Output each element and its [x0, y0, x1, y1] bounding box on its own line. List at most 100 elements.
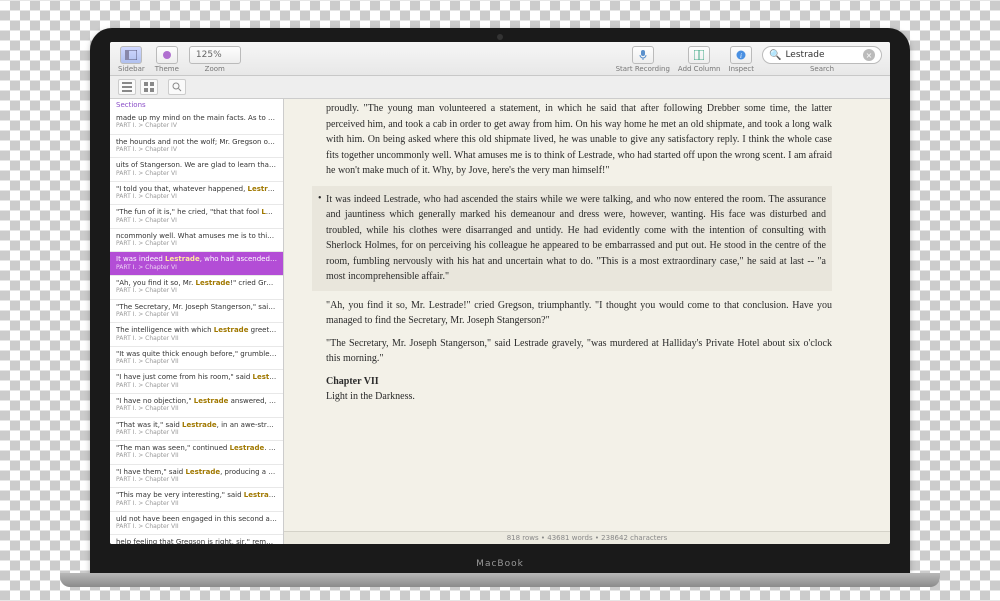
clear-search-button[interactable]: × — [863, 49, 875, 61]
zoom-label: Zoom — [205, 65, 225, 73]
chapter-subtitle: Light in the Darkness. — [326, 389, 832, 405]
inspect-label: Inspect — [729, 65, 755, 73]
add-column-label: Add Column — [678, 65, 721, 73]
list-item[interactable]: The intelligence with which Lestrade gre… — [110, 323, 283, 347]
search-value: Lestrade — [785, 50, 859, 60]
list-item-meta: PART I. > Chapter VII — [116, 500, 277, 507]
view-mode-2-button[interactable] — [140, 79, 158, 95]
list-item-title: uits of Stangerson. We are glad to learn… — [116, 161, 277, 169]
secondary-toolbar — [110, 76, 890, 99]
list-item-meta: PART I. > Chapter VI — [116, 193, 277, 200]
list-item[interactable]: It was indeed Lestrade, who had ascended… — [110, 252, 283, 276]
list-item-meta: PART I. > Chapter VII — [116, 311, 277, 318]
paragraph: "Ah, you find it so, Mr. Lestrade!" crie… — [326, 298, 832, 329]
sidebar-toggle-button[interactable] — [120, 46, 142, 64]
list-item-meta: PART I. > Chapter VI — [116, 287, 277, 294]
list-item-title: help feeling that Gregson is right, sir,… — [116, 538, 277, 544]
sidebar-icon — [125, 50, 137, 60]
list-item-meta: PART I. > Chapter IV — [116, 146, 277, 153]
main-toolbar: Sidebar Theme 125% Zoom — [110, 42, 890, 76]
app-window: Sidebar Theme 125% Zoom — [110, 42, 890, 544]
macbook-label: MacBook — [476, 559, 524, 569]
list-item-title: uld not have been engaged in this second… — [116, 515, 277, 523]
list-item[interactable]: uits of Stangerson. We are glad to learn… — [110, 158, 283, 182]
list-item[interactable]: "I told you that, whatever happened, Les… — [110, 182, 283, 206]
inspect-button[interactable]: i — [730, 46, 752, 64]
theme-label: Theme — [155, 65, 179, 73]
list-item-title: the hounds and not the wolf; Mr. Gregson… — [116, 138, 277, 146]
list-item[interactable]: "That was it," said Lestrade, in an awe-… — [110, 418, 283, 442]
list-item[interactable]: "This may be very interesting," said Les… — [110, 488, 283, 512]
list-item-meta: PART I. > Chapter VII — [116, 358, 277, 365]
list-item-meta: PART I. > Chapter VII — [116, 382, 277, 389]
find-button[interactable] — [168, 79, 186, 95]
document-body[interactable]: proudly. "The young man volunteered a st… — [284, 99, 890, 531]
list-item-meta: PART I. > Chapter VII — [116, 476, 277, 483]
info-icon: i — [736, 50, 746, 60]
list-item-title: "The Secretary, Mr. Joseph Stangerson," … — [116, 303, 277, 311]
search-label: Search — [810, 65, 834, 73]
svg-text:i: i — [740, 52, 742, 60]
list-item-title: "I have them," said Lestrade, producing … — [116, 468, 277, 476]
list-item[interactable]: the hounds and not the wolf; Mr. Gregson… — [110, 135, 283, 159]
list-item[interactable]: "It was quite thick enough before," grum… — [110, 347, 283, 371]
list-item[interactable]: "The fun of it is," he cried, "that that… — [110, 205, 283, 229]
list-item-title: "It was quite thick enough before," grum… — [116, 350, 277, 358]
sidebar-list: made up my mind on the main facts. As to… — [110, 111, 283, 544]
list-item[interactable]: help feeling that Gregson is right, sir,… — [110, 535, 283, 544]
list-item[interactable]: "The man was seen," continued Lestrade. … — [110, 441, 283, 465]
list-item[interactable]: "The Secretary, Mr. Joseph Stangerson," … — [110, 300, 283, 324]
list-item[interactable]: uld not have been engaged in this second… — [110, 512, 283, 536]
chapter-heading: Chapter VII — [326, 374, 832, 390]
list-item-meta: PART I. > Chapter VI — [116, 217, 277, 224]
list-item-meta: PART I. > Chapter VII — [116, 335, 277, 342]
list-item[interactable]: "I have just come from his room," said L… — [110, 370, 283, 394]
list-icon — [122, 82, 132, 92]
list-item-meta: PART I. > Chapter VII — [116, 523, 277, 530]
list-item-title: "The man was seen," continued Lestrade. … — [116, 444, 277, 452]
microphone-icon — [639, 50, 647, 60]
list-item[interactable]: "I have no objection," Lestrade answered… — [110, 394, 283, 418]
list-item-title: "I have just come from his room," said L… — [116, 373, 277, 381]
laptop-base — [60, 573, 940, 587]
view-mode-1-button[interactable] — [118, 79, 136, 95]
paragraph: proudly. "The young man volunteered a st… — [326, 101, 832, 179]
start-recording-button[interactable] — [632, 46, 654, 64]
theme-icon — [162, 50, 172, 60]
grid-icon — [144, 82, 154, 92]
zoom-select[interactable]: 125% — [189, 46, 241, 64]
list-item-title: It was indeed Lestrade, who had ascended… — [116, 255, 277, 263]
list-item-meta: PART I. > Chapter VI — [116, 240, 277, 247]
search-input[interactable]: 🔍 Lestrade × — [762, 46, 882, 64]
sections-header: Sections — [110, 99, 283, 111]
paragraph-highlighted: It was indeed Lestrade, who had ascended… — [312, 186, 832, 291]
list-item-meta: PART I. > Chapter VI — [116, 170, 277, 177]
sections-sidebar: Sections made up my mind on the main fac… — [110, 99, 284, 544]
list-item-meta: PART I. > Chapter VII — [116, 452, 277, 459]
list-item-title: "That was it," said Lestrade, in an awe-… — [116, 421, 277, 429]
list-item-meta: PART I. > Chapter VI — [116, 264, 277, 271]
list-item-title: "The fun of it is," he cried, "that that… — [116, 208, 277, 216]
list-item-title: "I have no objection," Lestrade answered… — [116, 397, 277, 405]
list-item-meta: PART I. > Chapter VII — [116, 405, 277, 412]
list-item-meta: PART I. > Chapter IV — [116, 122, 277, 129]
list-item[interactable]: "I have them," said Lestrade, producing … — [110, 465, 283, 489]
magnifier-icon — [172, 82, 182, 92]
editor-pane: proudly. "The young man volunteered a st… — [284, 99, 890, 544]
add-column-button[interactable] — [688, 46, 710, 64]
paragraph: "The Secretary, Mr. Joseph Stangerson," … — [326, 336, 832, 367]
add-column-icon — [694, 50, 704, 60]
camera-dot — [497, 34, 503, 40]
sidebar-label: Sidebar — [118, 65, 145, 73]
theme-button[interactable] — [156, 46, 178, 64]
search-icon: 🔍 — [769, 50, 781, 61]
list-item-meta: PART I. > Chapter VII — [116, 429, 277, 436]
list-item-title: ncommonly well. What amuses me is to thi… — [116, 232, 277, 240]
list-item[interactable]: ncommonly well. What amuses me is to thi… — [110, 229, 283, 253]
list-item-title: made up my mind on the main facts. As to… — [116, 114, 277, 122]
list-item-title: "This may be very interesting," said Les… — [116, 491, 277, 499]
list-item-title: The intelligence with which Lestrade gre… — [116, 326, 277, 334]
list-item-title: "Ah, you find it so, Mr. Lestrade!" crie… — [116, 279, 277, 287]
list-item[interactable]: "Ah, you find it so, Mr. Lestrade!" crie… — [110, 276, 283, 300]
list-item[interactable]: made up my mind on the main facts. As to… — [110, 111, 283, 135]
